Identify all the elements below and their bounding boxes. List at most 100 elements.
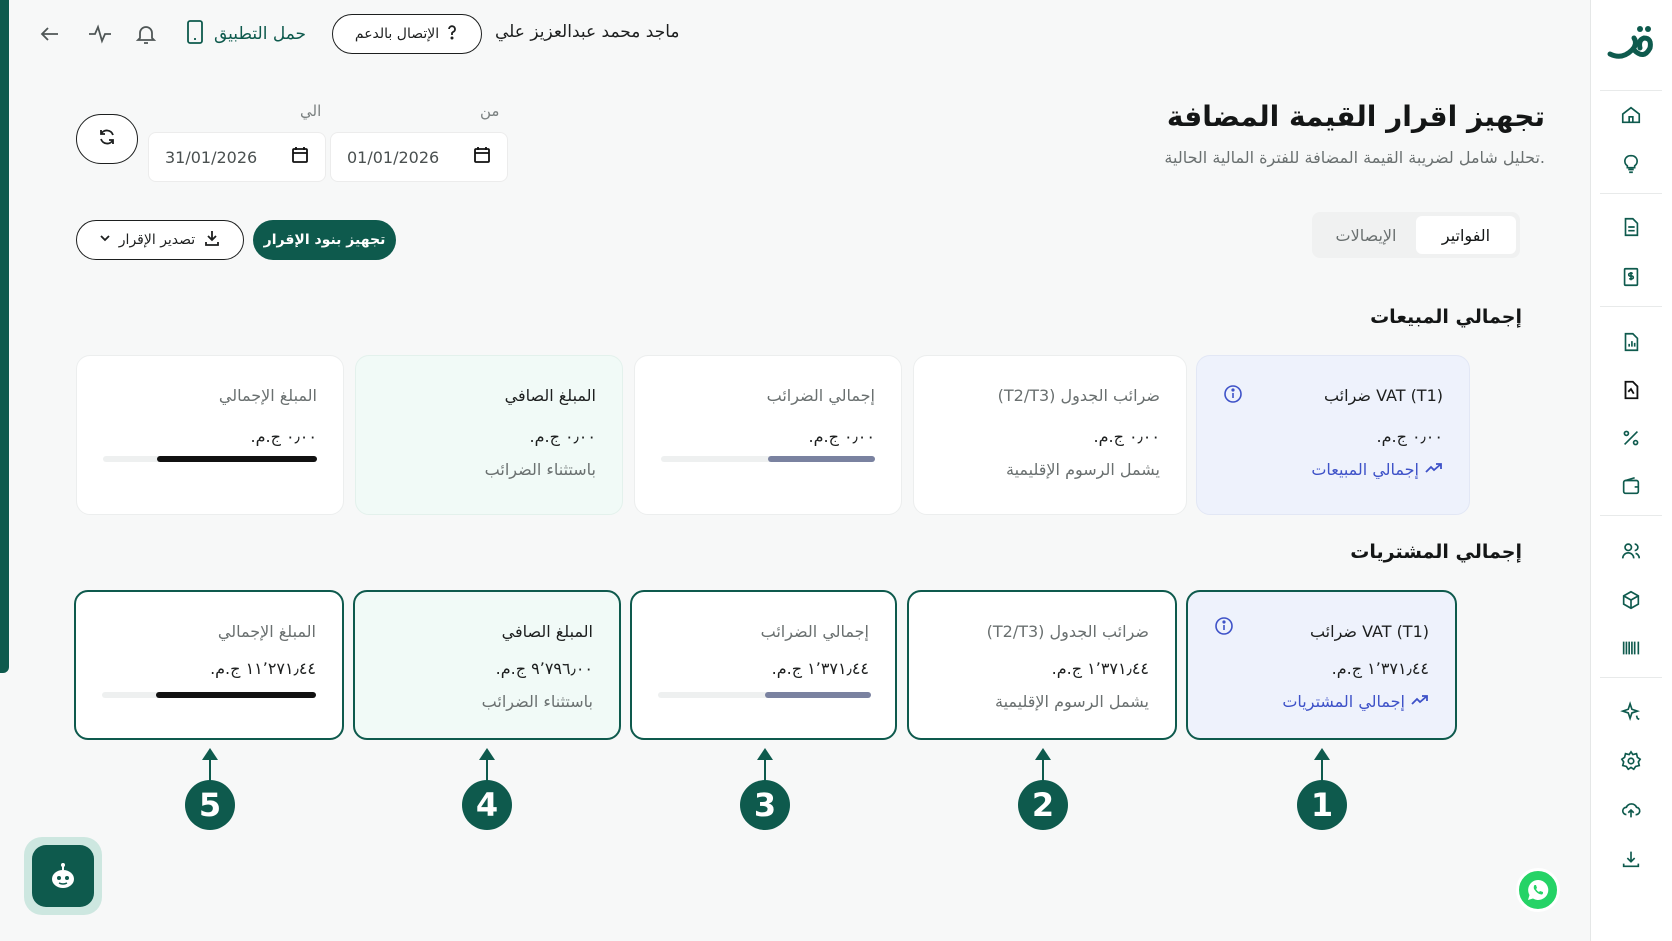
sales-net-amount-card[interactable]: المبلغ الصافي ٠٫٠٠ ج.م. باستثناء الضرائب (355, 355, 623, 515)
link-label: إجمالي المبيعات (1311, 460, 1419, 479)
trend-up-icon (1411, 692, 1429, 711)
card-value: ٠٫٠٠ ج.م. (1093, 427, 1160, 446)
purchases-gross-amount-card[interactable]: المبلغ الإجمالي ١١٬٢٧١٫٤٤ ج.م. (74, 590, 344, 740)
trend-up-icon (1425, 460, 1443, 479)
card-value: ٠٫٠٠ ج.م. (808, 427, 875, 446)
info-icon[interactable] (1223, 384, 1243, 404)
progress-bar (103, 456, 317, 462)
card-value: ٠٫٠٠ ج.م. (529, 427, 596, 446)
sales-schedule-tax-card[interactable]: ضرائب الجدول (T2/T3) ٠٫٠٠ ج.م. يشمل الرس… (913, 355, 1187, 515)
annotation-marker: 3 (740, 748, 790, 830)
download-app-link[interactable]: حمل التطبيق (186, 19, 307, 50)
question-icon (445, 24, 459, 44)
card-label: VAT (T1) ضرائب (1323, 386, 1443, 405)
card-value: ١٬٣٧١٫٤٤ ج.م. (771, 659, 869, 678)
bell-icon[interactable] (132, 20, 160, 48)
page-title: تجهيز اقرار القيمة المضافة (1166, 100, 1545, 133)
contact-support-button[interactable]: الإتصال بالدعم (332, 14, 482, 54)
from-date-input[interactable]: 01/01/2026 (330, 132, 508, 182)
page-subtitle: تحليل شامل لضريبة القيمة المضافة للفترة … (1164, 148, 1545, 167)
sales-vat-t1-card[interactable]: VAT (T1) ضرائب ٠٫٠٠ ج.م. إجمالي المبيعات (1196, 355, 1470, 515)
card-label: إجمالي الضرائب (766, 386, 875, 405)
support-label: الإتصال بالدعم (354, 26, 440, 42)
sidebar (1590, 0, 1672, 941)
assistant-bot-button[interactable] (24, 837, 102, 915)
annotation-marker: 1 (1297, 748, 1347, 830)
lightbulb-icon[interactable] (1618, 151, 1644, 177)
activity-icon[interactable] (86, 20, 114, 48)
to-date-label: الي (300, 102, 322, 120)
refresh-icon (97, 127, 117, 151)
cloud-upload-icon[interactable] (1618, 797, 1644, 823)
to-date-input[interactable]: 31/01/2026 (148, 132, 326, 182)
purchases-total-tax-card[interactable]: إجمالي الضرائب ١٬٣٧١٫٤٤ ج.م. (630, 590, 897, 740)
card-label: إجمالي الضرائب (760, 622, 869, 641)
left-accent-strip (0, 0, 9, 673)
wallet-icon[interactable] (1618, 473, 1644, 499)
purchases-schedule-tax-card[interactable]: ضرائب الجدول (T2/T3) ١٬٣٧١٫٤٤ ج.م. يشمل … (907, 590, 1177, 740)
card-label: المبلغ الصافي (501, 622, 593, 641)
progress-bar (658, 692, 871, 698)
export-label: تصدير الإقرار (118, 232, 196, 248)
box-icon[interactable] (1618, 587, 1644, 613)
card-label: ضرائب الجدول (T2/T3) (986, 622, 1149, 641)
sales-section-title: إجمالي المبيعات (1370, 306, 1522, 328)
from-date-label: من (480, 102, 500, 120)
from-date-value: 01/01/2026 (347, 147, 440, 167)
card-subtext: يشمل الرسوم الإقليمية (1006, 460, 1160, 479)
invoice-dollar-icon[interactable] (1618, 264, 1644, 290)
whatsapp-icon[interactable] (1516, 868, 1560, 912)
card-label: ضرائب الجدول (T2/T3) (997, 386, 1160, 405)
home-icon[interactable] (1618, 102, 1644, 128)
tab-invoices[interactable]: الفواتير (1416, 216, 1516, 254)
calendar-icon[interactable] (473, 146, 491, 168)
calendar-icon[interactable] (291, 146, 309, 168)
robot-icon (32, 845, 94, 907)
total-purchases-link[interactable]: إجمالي المشتريات (1214, 692, 1429, 711)
brand-logo[interactable] (1604, 20, 1656, 68)
card-subtext: يشمل الرسوم الإقليمية (995, 692, 1149, 711)
card-value: ٠٫٠٠ ج.م. (250, 427, 317, 446)
document-icon[interactable] (1618, 214, 1644, 240)
card-label: المبلغ الإجمالي (217, 622, 316, 641)
annotation-marker: 5 (185, 748, 235, 830)
card-label: المبلغ الإجمالي (218, 386, 317, 405)
progress-bar (661, 456, 875, 462)
tab-receipts[interactable]: الإيصالات (1316, 216, 1416, 254)
card-value: ١٬٣٧١٫٤٤ ج.م. (1051, 659, 1149, 678)
export-declaration-button[interactable]: تصدير الإقرار (76, 220, 244, 260)
link-label: إجمالي المشتريات (1282, 692, 1405, 711)
annotation-marker: 4 (462, 748, 512, 830)
user-name: ماجد محمد عبدالعزيز علي (495, 22, 680, 42)
info-icon[interactable] (1214, 616, 1234, 636)
settings-gear-icon[interactable] (1618, 748, 1644, 774)
file-check-icon[interactable] (1618, 377, 1644, 403)
sales-total-tax-card[interactable]: إجمالي الضرائب ٠٫٠٠ ج.م. (634, 355, 902, 515)
document-type-tabs: الفواتير الإيصالات (1312, 212, 1520, 258)
mobile-phone-icon (186, 19, 204, 50)
download-icon[interactable] (1618, 846, 1644, 872)
annotation-marker: 2 (1018, 748, 1068, 830)
back-arrow-icon[interactable] (36, 20, 64, 48)
refresh-button[interactable] (76, 114, 138, 164)
card-subtext: باستثناء الضرائب (484, 460, 596, 479)
percent-icon[interactable] (1618, 425, 1644, 451)
card-value: ١١٬٢٧١٫٤٤ ج.م. (210, 659, 316, 678)
total-sales-link[interactable]: إجمالي المبيعات (1223, 460, 1443, 479)
to-date-value: 31/01/2026 (165, 147, 258, 167)
card-value: ٩٬٧٩٦٫٠٠ ج.م. (495, 659, 593, 678)
card-subtext: باستثناء الضرائب (481, 692, 593, 711)
barcode-icon[interactable] (1618, 635, 1644, 661)
sparkle-icon[interactable] (1618, 699, 1644, 725)
card-label: المبلغ الصافي (504, 386, 596, 405)
progress-bar (102, 692, 316, 698)
card-label: VAT (T1) ضرائب (1309, 622, 1429, 641)
report-chart-icon[interactable] (1618, 329, 1644, 355)
users-icon[interactable] (1618, 538, 1644, 564)
purchases-vat-t1-card[interactable]: VAT (T1) ضرائب ١٬٣٧١٫٤٤ ج.م. إجمالي المش… (1186, 590, 1457, 740)
prepare-declaration-items-button[interactable]: تجهيز بنود الإقرار (253, 220, 396, 260)
sales-gross-amount-card[interactable]: المبلغ الإجمالي ٠٫٠٠ ج.م. (76, 355, 344, 515)
card-value: ٠٫٠٠ ج.م. (1376, 427, 1443, 446)
download-app-label: حمل التطبيق (214, 24, 307, 44)
purchases-net-amount-card[interactable]: المبلغ الصافي ٩٬٧٩٦٫٠٠ ج.م. باستثناء الض… (353, 590, 621, 740)
